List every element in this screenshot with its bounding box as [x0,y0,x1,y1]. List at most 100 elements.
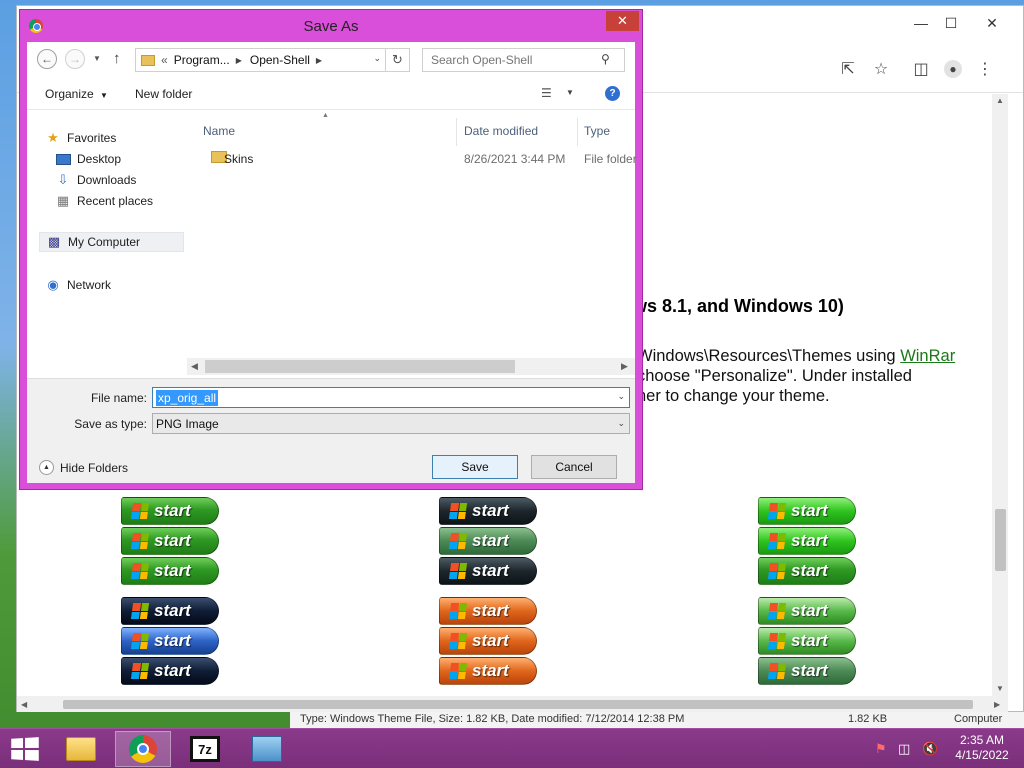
control-panel-taskbar-button[interactable] [239,731,295,767]
profile-icon[interactable]: ● [941,59,965,79]
refresh-icon[interactable]: ↻ [385,49,409,71]
column-header-date-modified[interactable]: Date modified [464,124,538,138]
action-center-flag-icon[interactable]: ⚑ [875,741,887,757]
nav-item-recent-places[interactable]: ▦ Recent places [55,191,153,211]
folder-icon [66,737,96,761]
save-as-type-label: Save as type: [74,417,147,431]
share-icon[interactable]: ⇱ [836,59,860,79]
cancel-button[interactable]: Cancel [531,455,617,479]
scroll-up-icon[interactable]: ▲ [996,96,1004,105]
dialog-titlebar[interactable]: Save As [20,10,642,42]
start-button-preview: start [439,527,537,555]
star-bookmark-icon[interactable]: ☆ [869,59,893,79]
chevron-right-icon[interactable]: ▶ [316,56,322,65]
recent-locations-chevron-icon[interactable]: ▼ [93,54,101,63]
column-header-name[interactable]: Name [203,124,235,138]
desktop-icon [55,152,71,166]
new-folder-button[interactable]: New folder [135,87,192,101]
minimize-icon[interactable]: — [910,12,932,34]
side-panel-icon[interactable]: ◫ [909,59,933,79]
forward-button[interactable]: → [65,49,85,69]
chrome-icon [129,735,157,763]
kebab-menu-icon[interactable]: ⋮ [973,59,997,79]
nav-item-favorites[interactable]: ★ Favorites [45,128,116,148]
scroll-left-icon[interactable]: ◀ [191,361,198,372]
column-divider[interactable] [577,118,578,146]
file-row[interactable]: Skins 8/26/2021 3:44 PM File folder [203,146,637,170]
chevron-down-icon[interactable]: ⌄ [373,53,381,64]
dialog-close-button[interactable]: ✕ [606,11,639,31]
status-size: 1.82 KB [848,713,888,725]
start-button-preview: start [758,497,856,525]
nav-item-network[interactable]: ◉ Network [45,275,111,295]
start-button-preview: start [439,597,537,625]
windows-start-icon[interactable] [11,737,39,761]
page-vertical-scrollbar[interactable]: ▲ ▼ [992,94,1008,696]
save-button[interactable]: Save [432,455,518,479]
windows-flag-icon [767,603,787,619]
nav-item-desktop[interactable]: Desktop [55,149,121,169]
windows-flag-icon [130,663,150,679]
save-as-type-value: PNG Image [156,417,219,431]
taskbar-clock[interactable]: 2:35 AM 4/15/2022 [952,733,1012,763]
chevron-right-icon[interactable]: ▶ [236,56,242,65]
network-tray-icon[interactable]: ◫ [898,741,910,757]
scroll-down-icon[interactable]: ▼ [996,684,1004,693]
scroll-left-icon[interactable]: ◀ [21,700,27,709]
chevron-down-icon[interactable]: ⌄ [617,391,625,402]
arrow-right-icon: → [69,52,81,66]
scroll-right-icon[interactable]: ▶ [621,361,628,372]
network-icon: ◉ [47,277,59,292]
page-text-line-2: choose "Personalize". Under installed [637,367,912,385]
search-icon[interactable]: ⚲ [601,52,610,66]
save-as-type-select[interactable]: PNG Image ⌄ [152,413,630,434]
explorer-status-bar: Type: Windows Theme File, Size: 1.82 KB,… [290,712,1024,728]
column-divider[interactable] [456,118,457,146]
7zip-taskbar-button[interactable]: 7z [177,731,233,767]
page-text-line-3: ner to change your theme. [637,387,830,405]
chevron-down-icon[interactable]: ⌄ [617,418,625,429]
start-button-preview: start [758,527,856,555]
back-button[interactable]: ← [37,49,57,69]
close-icon: ✕ [617,13,628,28]
file-name: Skins [224,152,254,166]
chevron-down-icon[interactable]: ▼ [566,88,574,97]
scroll-right-icon[interactable]: ▶ [994,700,1000,709]
maximize-icon[interactable]: ☐ [940,12,962,34]
search-input[interactable] [422,48,625,72]
breadcrumb-overflow[interactable]: « [161,53,168,67]
start-button-preview: start [758,627,856,655]
file-list-horizontal-scrollbar[interactable]: ◀ ▶ [187,358,635,375]
view-options-icon[interactable]: ☰ [541,86,552,100]
file-name-input[interactable]: xp_orig_all ⌄ [152,387,630,408]
file-name-label: File name: [90,391,147,405]
file-date-modified: 8/26/2021 3:44 PM [464,152,566,166]
nav-item-my-computer[interactable]: ▩ My Computer [39,232,184,252]
up-arrow-icon[interactable]: ↑ [113,50,121,67]
page-heading: ws 8.1, and Windows 10) [633,296,844,316]
scrollbar-thumb[interactable] [205,360,515,373]
start-button-preview: start [439,627,537,655]
chrome-taskbar-button[interactable] [115,731,171,767]
breadcrumb-segment[interactable]: Open-Shell [250,53,310,67]
start-button-preview: start [121,597,219,625]
organize-button[interactable]: Organize ▼ [45,87,108,101]
dialog-title: Save As [303,18,359,35]
scrollbar-thumb[interactable] [63,700,973,709]
windows-flag-icon [767,663,787,679]
volume-muted-icon[interactable]: 🔇 [922,741,938,757]
close-icon[interactable]: ✕ [981,12,1003,34]
start-button-preview: start [439,557,537,585]
page-horizontal-scrollbar[interactable]: ◀ ▶ [17,696,1008,712]
address-bar[interactable]: « Program... ▶ Open-Shell ▶ ⌄ ↻ [135,48,410,72]
column-header-type[interactable]: Type [584,124,610,138]
file-explorer-taskbar-button[interactable] [53,731,109,767]
nav-item-downloads[interactable]: ⇩ Downloads [55,170,137,190]
help-icon[interactable]: ? [605,86,620,101]
file-type: File folder [584,152,637,166]
hide-folders-button[interactable]: ▲ Hide Folders [39,460,128,475]
breadcrumb-segment[interactable]: Program... [174,53,230,67]
winrar-link[interactable]: WinRar [900,347,955,365]
scrollbar-thumb[interactable] [995,509,1006,571]
start-button-preview: start [758,557,856,585]
